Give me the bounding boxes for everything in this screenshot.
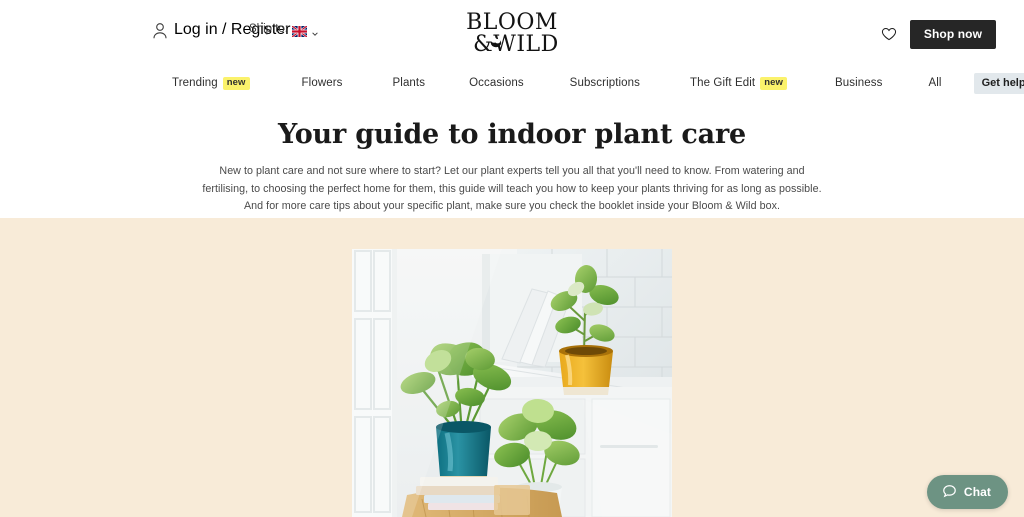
indoor-plants-photo	[352, 249, 672, 517]
uk-flag-icon	[291, 24, 308, 38]
nav-item-plants[interactable]: Plants	[393, 77, 426, 89]
hero-image-band	[0, 218, 1024, 517]
hero-photo	[352, 249, 672, 517]
nav-item-flowers[interactable]: Flowers	[302, 77, 343, 89]
nav-label: Plants	[392, 77, 426, 89]
ship-to-label: Ship to:	[249, 23, 288, 35]
chevron-down-icon	[311, 25, 319, 36]
badge-new: new	[760, 76, 788, 90]
page-title: Your guide to indoor plant care	[278, 119, 746, 150]
nav-label: Occasions	[469, 77, 524, 89]
top-utility-bar: Log in / Register Ship to: BLOOM &WILD S…	[0, 0, 1024, 63]
nav-item-trending[interactable]: Trending new	[172, 76, 250, 90]
nav-label: Flowers	[301, 77, 343, 89]
nav-label: All	[928, 77, 942, 89]
site-logo[interactable]: BLOOM &WILD	[453, 8, 571, 57]
person-icon	[152, 22, 168, 39]
shop-now-button[interactable]: Shop now	[909, 20, 996, 49]
nav-item-all[interactable]: All	[928, 77, 941, 89]
badge-new: new	[222, 76, 250, 90]
nav-label: Subscriptions	[569, 77, 641, 89]
topbar-actions: Shop now	[881, 20, 996, 49]
chat-label: Chat	[963, 484, 991, 499]
page-intro-paragraph: New to plant care and not sure where to …	[202, 165, 822, 213]
nav-label: The Gift Edit	[690, 77, 756, 89]
nav-item-business[interactable]: Business	[835, 77, 882, 89]
svg-text:&WILD: &WILD	[473, 32, 559, 57]
get-help-fast-button[interactable]: Get help fast	[973, 72, 1024, 94]
main-navigation: Trending new Flowers Plants Occasions Su…	[0, 63, 1024, 103]
nav-item-occasions[interactable]: Occasions	[469, 77, 524, 89]
ship-to-selector[interactable]: Ship to:	[249, 23, 319, 38]
speech-bubble-icon	[942, 484, 957, 499]
heart-icon[interactable]	[881, 27, 897, 43]
nav-item-subscriptions[interactable]: Subscriptions	[570, 77, 640, 89]
hero-text-block: Your guide to indoor plant care New to p…	[0, 103, 1024, 217]
bloom-and-wild-logotype: BLOOM &WILD	[466, 10, 559, 57]
nav-label: Business	[835, 77, 883, 89]
nav-item-the-gift-edit[interactable]: The Gift Edit new	[690, 76, 788, 90]
nav-list: Trending new Flowers Plants Occasions Su…	[172, 63, 1024, 103]
nav-label: Trending	[172, 77, 218, 89]
chat-widget-button[interactable]: Chat	[926, 475, 1008, 509]
